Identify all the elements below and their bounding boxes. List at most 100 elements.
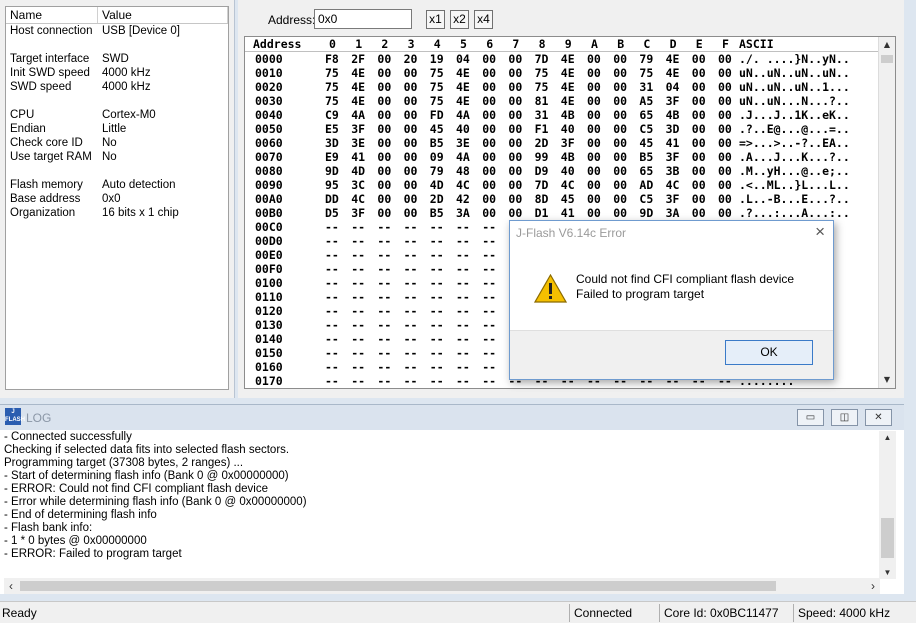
- hex-byte[interactable]: --: [325, 374, 339, 388]
- hex-byte[interactable]: --: [325, 318, 339, 332]
- hex-byte[interactable]: 45: [430, 122, 444, 136]
- hex-byte[interactable]: 00: [482, 136, 496, 150]
- hex-byte[interactable]: 00: [718, 164, 732, 178]
- hex-byte[interactable]: 00: [482, 150, 496, 164]
- hex-byte[interactable]: 9D: [325, 164, 339, 178]
- hex-byte[interactable]: --: [456, 304, 470, 318]
- hex-byte[interactable]: --: [325, 332, 339, 346]
- hex-byte[interactable]: 04: [456, 52, 470, 66]
- hex-byte[interactable]: --: [430, 374, 444, 388]
- hex-byte[interactable]: --: [430, 332, 444, 346]
- hex-byte[interactable]: 00: [613, 136, 627, 150]
- hex-byte[interactable]: 4E: [351, 66, 365, 80]
- hex-byte[interactable]: --: [404, 248, 418, 262]
- hex-byte[interactable]: --: [404, 346, 418, 360]
- hex-byte[interactable]: --: [351, 360, 365, 374]
- hex-byte[interactable]: 79: [430, 164, 444, 178]
- hex-byte[interactable]: 95: [325, 178, 339, 192]
- hex-byte[interactable]: 4E: [561, 80, 575, 94]
- hex-byte[interactable]: --: [351, 234, 365, 248]
- hex-byte[interactable]: 00: [587, 164, 601, 178]
- property-row[interactable]: CPU Cortex-M0: [6, 108, 228, 122]
- hex-byte[interactable]: --: [325, 290, 339, 304]
- hex-byte[interactable]: 3B: [666, 164, 680, 178]
- hex-byte[interactable]: 4E: [456, 94, 470, 108]
- hex-byte[interactable]: --: [482, 346, 496, 360]
- hex-byte[interactable]: --: [351, 332, 365, 346]
- hex-byte[interactable]: --: [430, 346, 444, 360]
- hex-byte[interactable]: 00: [613, 150, 627, 164]
- hex-byte[interactable]: 20: [404, 52, 418, 66]
- hex-byte[interactable]: 4E: [456, 80, 470, 94]
- hex-byte[interactable]: 00: [692, 122, 706, 136]
- hex-row[interactable]: 0000 F8 2F 00 20 19 04 00 00 7D 4E 00 00 79 4E 00 00 ./. …: [245, 52, 879, 66]
- hex-vertical-scrollbar[interactable]: ▲ ▼: [878, 37, 895, 388]
- hex-byte[interactable]: 4E: [666, 52, 680, 66]
- hex-byte[interactable]: 00: [718, 178, 732, 192]
- property-row[interactable]: SWD speed 4000 kHz: [6, 80, 228, 94]
- property-row[interactable]: Flash memory Auto detection: [6, 178, 228, 192]
- hex-byte[interactable]: 3D: [325, 136, 339, 150]
- hex-byte[interactable]: 00: [404, 122, 418, 136]
- hex-byte[interactable]: 75: [430, 94, 444, 108]
- hex-byte[interactable]: --: [482, 290, 496, 304]
- hex-byte[interactable]: 00: [718, 192, 732, 206]
- hex-byte[interactable]: 00: [587, 192, 601, 206]
- hex-byte[interactable]: 75: [535, 80, 549, 94]
- hex-byte[interactable]: 79: [639, 52, 653, 66]
- hex-byte[interactable]: C9: [325, 108, 339, 122]
- hex-byte[interactable]: --: [430, 360, 444, 374]
- hex-byte[interactable]: 4E: [666, 66, 680, 80]
- hex-byte[interactable]: 00: [718, 122, 732, 136]
- hex-byte[interactable]: --: [351, 262, 365, 276]
- hex-byte[interactable]: 4D: [430, 178, 444, 192]
- hex-byte[interactable]: 3D: [666, 122, 680, 136]
- log-vertical-scrollbar[interactable]: ▲ ▼: [879, 431, 896, 579]
- scroll-right-arrow-icon[interactable]: ›: [866, 578, 880, 594]
- hex-byte[interactable]: 65: [639, 108, 653, 122]
- hex-byte[interactable]: 00: [587, 52, 601, 66]
- hex-byte[interactable]: 4B: [666, 108, 680, 122]
- property-row[interactable]: Check core ID No: [6, 136, 228, 150]
- hex-byte[interactable]: 4E: [561, 94, 575, 108]
- hex-byte[interactable]: 42: [456, 192, 470, 206]
- hex-byte[interactable]: 41: [561, 206, 575, 220]
- hex-byte[interactable]: 75: [639, 66, 653, 80]
- hex-byte[interactable]: 4A: [456, 108, 470, 122]
- hex-byte[interactable]: --: [325, 276, 339, 290]
- hex-byte[interactable]: --: [404, 304, 418, 318]
- hex-byte[interactable]: --: [482, 262, 496, 276]
- hex-byte[interactable]: 4E: [456, 66, 470, 80]
- property-row[interactable]: Base address 0x0: [6, 192, 228, 206]
- hex-byte[interactable]: 09: [430, 150, 444, 164]
- property-row[interactable]: Host connection USB [Device 0]: [6, 24, 228, 38]
- hex-byte[interactable]: 00: [508, 52, 522, 66]
- hex-byte[interactable]: 4A: [456, 150, 470, 164]
- hex-byte[interactable]: B5: [430, 206, 444, 220]
- hex-byte[interactable]: 00: [692, 66, 706, 80]
- hex-byte[interactable]: --: [430, 290, 444, 304]
- hex-byte[interactable]: 00: [613, 108, 627, 122]
- hex-row[interactable]: 0050 E5 3F 00 00 45 40 00 00 F1 40 00 00 C5 3D 00 00.?..…: [245, 122, 879, 136]
- hex-byte[interactable]: 00: [508, 178, 522, 192]
- hex-byte[interactable]: --: [377, 304, 391, 318]
- hex-byte[interactable]: 00: [404, 94, 418, 108]
- hex-byte[interactable]: --: [430, 318, 444, 332]
- hex-byte[interactable]: 00: [718, 206, 732, 220]
- hex-byte[interactable]: 99: [535, 150, 549, 164]
- hex-byte[interactable]: 00: [613, 206, 627, 220]
- hex-byte[interactable]: --: [325, 248, 339, 262]
- hex-byte[interactable]: --: [482, 276, 496, 290]
- hex-row[interactable]: 00B0 D5 3F 00 00 B5 3A 00 00 D1 41 00 00 9D 3A 00 00.?..…: [245, 206, 879, 220]
- hex-byte[interactable]: 40: [561, 122, 575, 136]
- hex-row[interactable]: 0080 9D 4D 00 00 79 48 00 00 D9 40 00 00 65 3B 00 00 .M..…: [245, 164, 879, 178]
- hex-byte[interactable]: 4E: [351, 80, 365, 94]
- hex-byte[interactable]: 00: [508, 108, 522, 122]
- scroll-down-arrow-icon[interactable]: ▼: [879, 372, 895, 388]
- hex-byte[interactable]: 00: [482, 206, 496, 220]
- hex-byte[interactable]: 2D: [535, 136, 549, 150]
- hex-byte[interactable]: 00: [482, 108, 496, 122]
- hex-byte[interactable]: 2D: [430, 192, 444, 206]
- hex-byte[interactable]: C5: [639, 192, 653, 206]
- hex-byte[interactable]: 00: [613, 66, 627, 80]
